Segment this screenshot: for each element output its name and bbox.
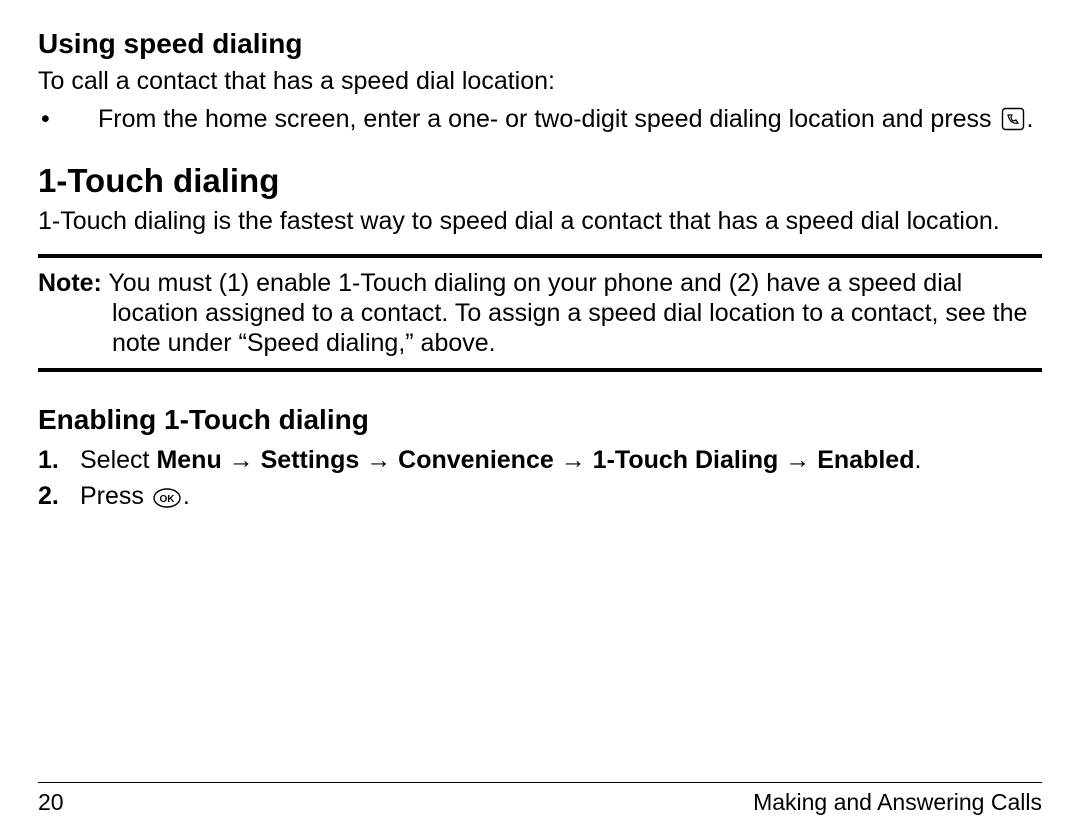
step-2-suffix: . [183, 482, 190, 510]
step-2-prefix: Press [80, 482, 151, 510]
bullet-marker: • [38, 104, 98, 134]
note-box: Note: You must (1) enable 1-Touch dialin… [38, 254, 1042, 372]
menu-path-0: Menu [156, 446, 221, 474]
bullet-text-after: . [1027, 105, 1034, 133]
ok-key-icon: OK [153, 488, 181, 508]
step-2: 2. Press OK. [38, 480, 1042, 514]
arrow-icon: → [785, 446, 810, 474]
intro-speed-dialing: To call a contact that has a speed dial … [38, 66, 1042, 96]
step-2-content: Press OK. [80, 480, 1042, 514]
menu-path-1: Settings [261, 446, 360, 474]
arrow-icon: → [229, 446, 254, 474]
bullet-content: From the home screen, enter a one- or tw… [98, 104, 1042, 134]
bullet-text-before: From the home screen, enter a one- or tw… [98, 105, 999, 133]
step-1-marker: 1. [38, 444, 80, 478]
page-footer: 20 Making and Answering Calls [38, 782, 1042, 816]
bullet-list-speed-dialing: • From the home screen, enter a one- or … [38, 104, 1042, 134]
arrow-icon: → [366, 446, 391, 474]
note-label: Note: [38, 269, 102, 297]
footer-title: Making and Answering Calls [753, 789, 1042, 816]
step-2-marker: 2. [38, 480, 80, 514]
page-number: 20 [38, 789, 64, 816]
step-1-content: Select Menu → Settings → Convenience → 1… [80, 444, 1042, 478]
note-text: You must (1) enable 1-Touch dialing on y… [102, 269, 1028, 357]
menu-path-4: Enabled [817, 446, 914, 474]
heading-enabling-1-touch: Enabling 1-Touch dialing [38, 404, 1042, 436]
numbered-list-enabling: 1. Select Menu → Settings → Convenience … [38, 444, 1042, 514]
heading-1-touch-dialing: 1-Touch dialing [38, 162, 1042, 200]
note-content: Note: You must (1) enable 1-Touch dialin… [38, 268, 1042, 358]
menu-path-3: 1-Touch Dialing [593, 446, 779, 474]
bullet-item: • From the home screen, enter a one- or … [38, 104, 1042, 134]
svg-text:OK: OK [159, 494, 175, 505]
menu-path-2: Convenience [398, 446, 554, 474]
intro-1-touch: 1-Touch dialing is the fastest way to sp… [38, 206, 1042, 236]
call-key-icon [1001, 107, 1025, 131]
step-1-prefix: Select [80, 446, 156, 474]
step-1: 1. Select Menu → Settings → Convenience … [38, 444, 1042, 478]
heading-using-speed-dialing: Using speed dialing [38, 28, 1042, 60]
step-1-suffix: . [914, 446, 921, 474]
arrow-icon: → [561, 446, 586, 474]
